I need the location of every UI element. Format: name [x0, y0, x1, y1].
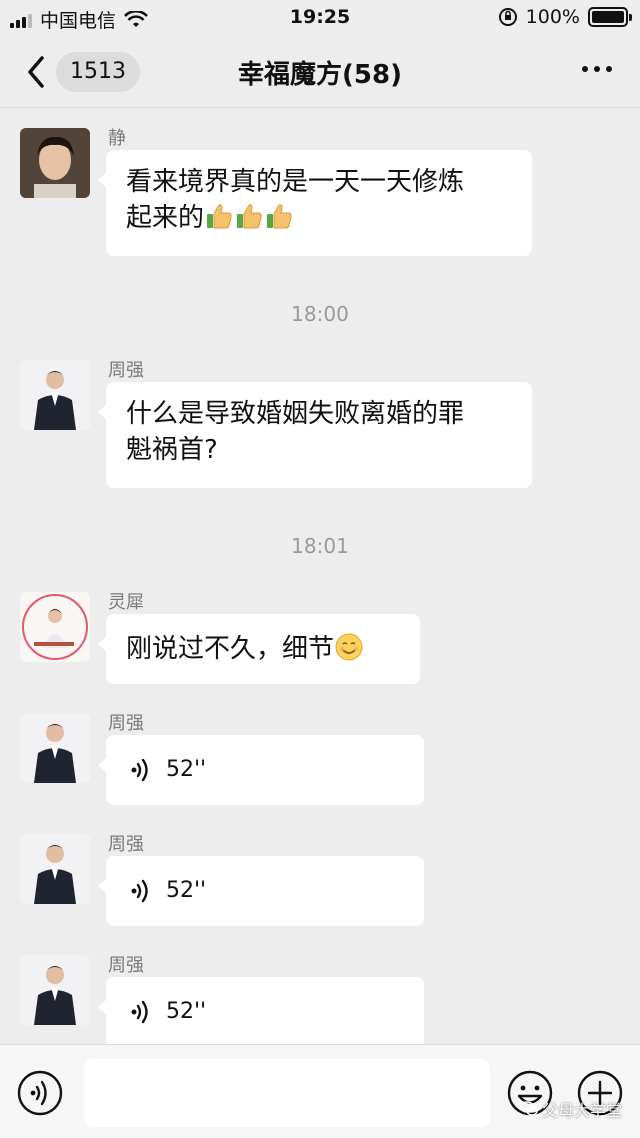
- avatar-portrait-icon: [20, 713, 90, 783]
- voice-input-toggle-icon[interactable]: [16, 1069, 64, 1117]
- thumbs-up-icon: [267, 204, 292, 229]
- status-bar: 中国电信 19:25 100%: [0, 0, 640, 36]
- smile-emoji-icon: [335, 633, 363, 661]
- message-text-line: 魁祸首?: [126, 435, 218, 465]
- battery-percent: 100%: [525, 6, 580, 28]
- voice-duration: 52'': [166, 757, 207, 782]
- voice-wave-icon: [131, 758, 148, 782]
- avatar[interactable]: [20, 955, 90, 1025]
- message-bubble[interactable]: 刚说过不久，细节: [98, 614, 420, 684]
- message-text-line: 看来境界真的是一天一天修炼: [126, 167, 465, 197]
- avatar[interactable]: [20, 713, 90, 783]
- timestamp: 18:01: [291, 534, 349, 558]
- battery-icon: [588, 7, 632, 27]
- more-dots-icon[interactable]: [582, 66, 612, 72]
- sender-name: 灵犀: [108, 592, 144, 613]
- thumbs-up-icon: [207, 204, 232, 229]
- voice-message-bubble[interactable]: 52'': [98, 856, 424, 926]
- message-text: 刚说过不久，细节: [126, 634, 335, 664]
- avatar[interactable]: [20, 592, 90, 662]
- message-text-line-with-emoji: 起来的: [126, 200, 512, 236]
- avatar-portrait-icon: [20, 360, 90, 430]
- timestamp: 18:00: [291, 302, 349, 326]
- sender-name: 静: [108, 128, 126, 149]
- status-right: 100%: [498, 6, 632, 28]
- avatar[interactable]: [20, 128, 90, 198]
- message-text: 起来的: [126, 203, 205, 233]
- chat-title: 幸福魔方(58): [238, 60, 402, 90]
- watermark-text: 父母大学堂: [541, 1101, 622, 1120]
- chat-screen: 中国电信 19:25 100% 1513 幸福魔方(58) 静 看来境界真的是一…: [0, 0, 640, 1138]
- sender-name: 周强: [108, 834, 144, 855]
- voice-wave-icon: [131, 879, 148, 903]
- wechat-logo-icon: [519, 1101, 538, 1116]
- message-text-line: 什么是导致婚姻失败离婚的罪: [126, 399, 465, 429]
- thumbs-up-icon: [237, 204, 262, 229]
- voice-message-bubble[interactable]: 52'': [98, 977, 424, 1047]
- watermark: 父母大学堂: [519, 1097, 622, 1121]
- voice-duration: 52'': [166, 999, 207, 1024]
- voice-wave-icon: [131, 1000, 148, 1024]
- voice-message-bubble[interactable]: 52'': [98, 735, 424, 805]
- sender-name: 周强: [108, 713, 144, 734]
- input-bar: 父母大学堂: [0, 1044, 640, 1138]
- avatar-portrait-icon: [20, 128, 90, 198]
- message-bubble[interactable]: 看来境界真的是一天一天修炼 起来的: [98, 150, 532, 256]
- sender-name: 周强: [108, 360, 144, 381]
- voice-duration: 52'': [166, 878, 207, 903]
- avatar-portrait-icon: [20, 592, 90, 662]
- avatar[interactable]: [20, 360, 90, 430]
- message-bubble[interactable]: 什么是导致婚姻失败离婚的罪 魁祸首?: [98, 382, 532, 488]
- sender-name: 周强: [108, 955, 144, 976]
- nav-bar: 1513 幸福魔方(58): [0, 36, 640, 108]
- orientation-lock-icon: [498, 8, 517, 26]
- avatar-portrait-icon: [20, 834, 90, 904]
- avatar-portrait-icon: [20, 955, 90, 1025]
- avatar[interactable]: [20, 834, 90, 904]
- message-input[interactable]: [84, 1059, 490, 1127]
